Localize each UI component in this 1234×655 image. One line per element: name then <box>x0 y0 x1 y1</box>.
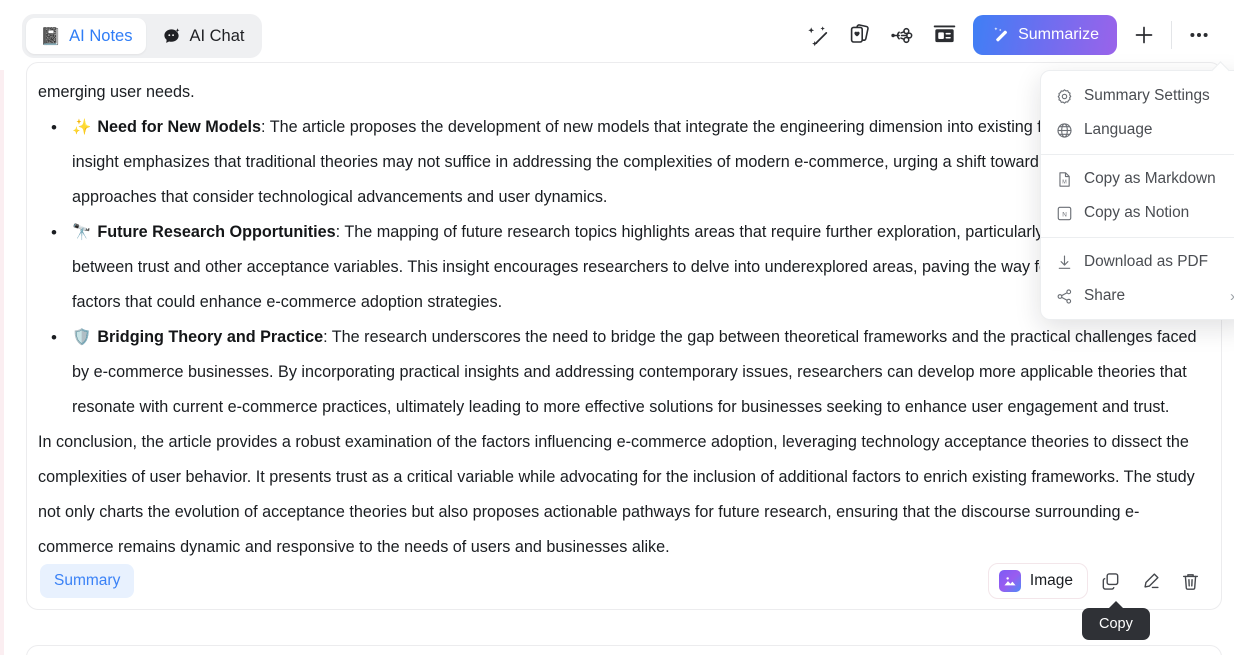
notion-icon: N <box>1055 204 1073 222</box>
magic-wand-icon <box>991 26 1010 45</box>
chat-sparkle-icon <box>162 27 181 46</box>
summarize-button[interactable]: Summarize <box>973 15 1117 55</box>
header-divider <box>1171 21 1172 49</box>
more-options-menu: Summary Settings Language M Copy as Mark… <box>1040 70 1234 320</box>
list-item: 🛡️Bridging Theory and Practice: The rese… <box>38 320 1204 425</box>
tab-ai-notes[interactable]: 📓 AI Notes <box>26 18 147 54</box>
copy-tooltip: Copy <box>1082 608 1150 640</box>
insight-title: Bridging Theory and Practice <box>97 328 324 346</box>
list-item: 🔭Future Research Opportunities: The mapp… <box>38 215 1204 320</box>
tab-ai-chat-label: AI Chat <box>189 26 245 45</box>
summary-chip[interactable]: Summary <box>40 564 135 598</box>
footer-actions: Image <box>987 563 1208 599</box>
menu-item-label: Language <box>1084 121 1153 138</box>
svg-text:M: M <box>1062 179 1067 185</box>
tab-ai-notes-label: AI Notes <box>69 26 133 45</box>
summarize-label: Summarize <box>1018 26 1099 43</box>
image-icon <box>998 570 1021 592</box>
chevron-right-icon: › <box>1230 288 1234 305</box>
markdown-file-icon: M <box>1055 170 1073 188</box>
edit-pencil-icon[interactable] <box>1132 563 1168 599</box>
menu-item-label: Copy as Notion <box>1084 204 1190 221</box>
menu-item-summary-settings[interactable]: Summary Settings <box>1041 79 1234 113</box>
menu-item-download-as-pdf[interactable]: Download as PDF <box>1041 245 1234 279</box>
telescope-emoji: 🔭 <box>72 224 92 241</box>
insight-title: Future Research Opportunities <box>97 223 336 241</box>
left-accent-rail <box>0 0 4 655</box>
trash-icon[interactable] <box>1172 563 1208 599</box>
insight-list: ✨Need for New Models: The article propos… <box>38 110 1204 425</box>
slides-icon[interactable] <box>923 14 965 56</box>
menu-item-language[interactable]: Language <box>1041 113 1234 147</box>
shield-emoji: 🛡️ <box>72 329 92 346</box>
menu-item-copy-as-notion[interactable]: N Copy as Notion <box>1041 196 1234 230</box>
sparkles-emoji: ✨ <box>72 119 92 136</box>
menu-item-label: Download as PDF <box>1084 253 1209 270</box>
tab-group: 📓 AI Notes AI Chat <box>22 14 263 58</box>
menu-item-label: Copy as Markdown <box>1084 170 1216 187</box>
mind-map-icon[interactable] <box>881 14 923 56</box>
orphan-line: emerging user needs. <box>38 83 195 101</box>
download-icon <box>1055 253 1073 271</box>
menu-item-share[interactable]: Share › <box>1041 279 1234 313</box>
share-icon <box>1055 287 1073 305</box>
next-card <box>26 645 1222 655</box>
tab-ai-chat[interactable]: AI Chat <box>148 18 258 54</box>
svg-text:N: N <box>1062 211 1067 218</box>
globe-icon <box>1055 121 1073 139</box>
header-actions: Summarize <box>797 0 1220 70</box>
insight-title: Need for New Models <box>97 118 262 136</box>
image-button-label: Image <box>1029 572 1073 589</box>
gear-icon <box>1055 87 1073 105</box>
menu-item-copy-as-markdown[interactable]: M Copy as Markdown <box>1041 162 1234 196</box>
card-footer: Summary Image <box>40 562 1208 600</box>
menu-divider <box>1041 237 1234 238</box>
notebook-icon: 📓 <box>40 26 62 46</box>
menu-item-label: Summary Settings <box>1084 87 1210 104</box>
menu-divider <box>1041 154 1234 155</box>
add-button[interactable] <box>1123 14 1165 56</box>
magic-wand-sparkle-icon[interactable] <box>797 14 839 56</box>
flashcards-icon[interactable] <box>839 14 881 56</box>
copy-icon[interactable] <box>1092 563 1128 599</box>
menu-item-label: Share <box>1084 287 1126 304</box>
more-options-button[interactable] <box>1178 14 1220 56</box>
conclusion-paragraph: In conclusion, the article provides a ro… <box>38 433 1195 556</box>
list-item: ✨Need for New Models: The article propos… <box>38 110 1204 215</box>
summary-content: emerging user needs. ✨ Need for New Model… <box>38 75 1204 565</box>
app-header: 📓 AI Notes AI Chat Summarize <box>0 0 1234 70</box>
image-button[interactable]: Image <box>987 563 1088 599</box>
